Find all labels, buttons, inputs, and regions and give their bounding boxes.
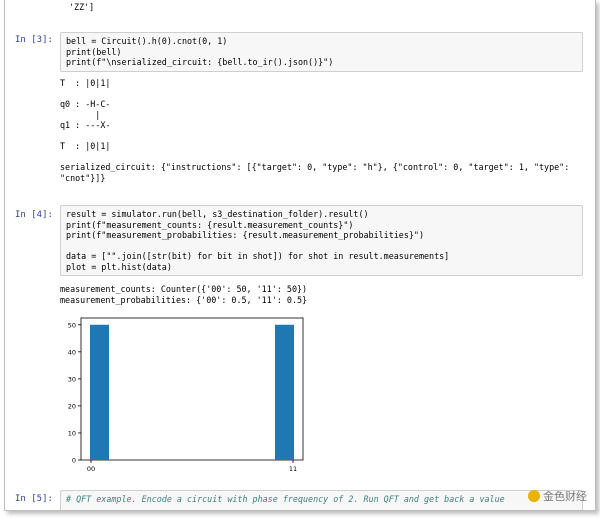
watermark-logo-icon [528,490,540,502]
previous-output-fragment: 'ZZ'] [69,2,95,12]
y-tick-label: 10 [68,429,76,437]
y-tick-label: 0 [72,457,76,465]
watermark: 金色财经 [528,488,587,504]
cell-5-prompt: In [5]: [15,494,53,504]
histogram-bar [90,324,109,460]
code-line: result = simulator.run(bell, s3_destinat… [66,209,369,219]
histogram-bar [275,324,294,460]
cell-3-prompt: In [3]: [15,35,53,45]
histogram-chart: 0 10 20 30 40 50 00 11 [68,317,304,473]
code-line: data = ["".join([str(bit) for bit in sho… [66,251,450,261]
cell-5-input[interactable]: # QFT example. Encode a circuit with pha… [60,490,583,510]
cell-4-output: measurement_counts: Counter({'00': 50, '… [60,284,308,305]
y-tick-label: 40 [68,348,76,356]
code-line: bell = Circuit().h(0).cnot(0, 1) [66,36,228,46]
watermark-text: 金色财经 [543,490,587,503]
y-tick-label: 30 [68,375,76,383]
x-tick-label: 00 [87,465,95,473]
y-tick-label: 50 [68,321,76,329]
cell-4-input[interactable]: result = simulator.run(bell, s3_destinat… [60,205,583,276]
cell-3-input[interactable]: bell = Circuit().h(0).cnot(0, 1) print(b… [60,32,583,72]
code-line: plot = plt.hist(data) [66,261,172,272]
code-line: print(f"measurement_probabilities: {resu… [66,230,424,240]
cell-3-output: T : |0|1| q0 : -H-C- | q1 : ---X- T : |0… [60,78,570,183]
code-comment: # QFT example. Encode a circuit with pha… [66,494,505,504]
notebook-frame: 'ZZ'] In [3]: bell = Circuit().h(0).cnot… [4,0,596,511]
cell-4-prompt: In [4]: [15,210,53,220]
code-line: print(f"\nserialized_circuit: {bell.to_i… [66,57,334,67]
code-line: print(bell) [66,46,122,57]
plot-area [80,317,304,461]
x-tick-label: 11 [289,465,297,473]
code-line: print(f"measurement_counts: {result.meas… [66,219,354,230]
y-tick-label: 20 [68,402,76,410]
